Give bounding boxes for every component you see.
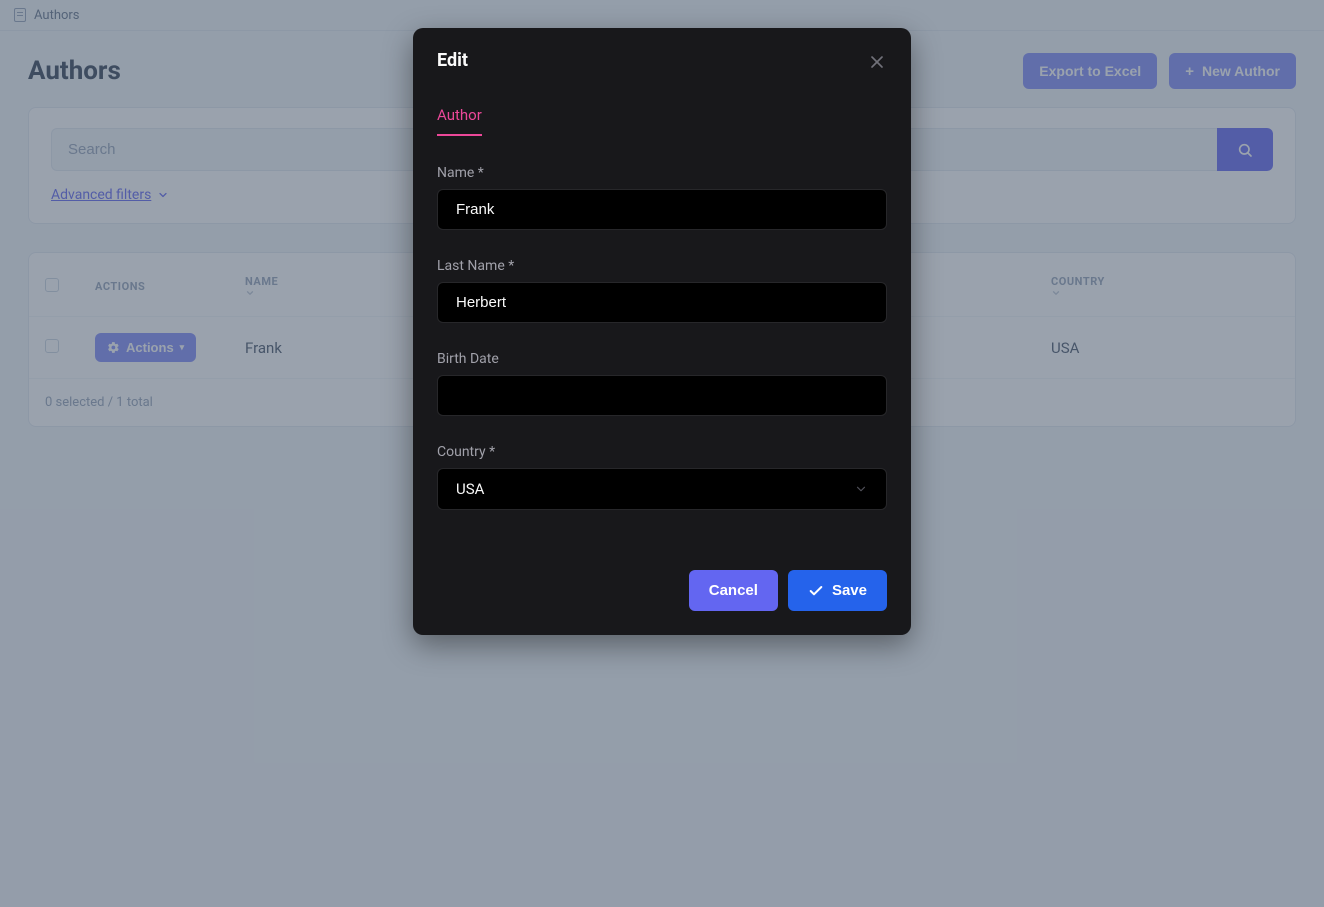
modal-title: Edit xyxy=(437,50,887,71)
country-label: Country * xyxy=(437,444,887,460)
lastname-label: Last Name * xyxy=(437,258,887,274)
close-button[interactable] xyxy=(859,44,895,80)
name-label: Name * xyxy=(437,165,887,181)
edit-modal: Edit Author Name * Last Name * Birth Dat… xyxy=(413,28,911,635)
cancel-button[interactable]: Cancel xyxy=(689,570,778,611)
birthdate-field[interactable] xyxy=(437,375,887,416)
check-icon xyxy=(808,583,824,599)
birthdate-label: Birth Date xyxy=(437,351,887,367)
save-button[interactable]: Save xyxy=(788,570,887,611)
tab-author[interactable]: Author xyxy=(437,106,482,136)
chevron-down-icon xyxy=(854,482,868,496)
name-field[interactable] xyxy=(437,189,887,230)
close-icon xyxy=(867,52,887,72)
cancel-label: Cancel xyxy=(709,582,758,599)
save-label: Save xyxy=(832,582,867,599)
lastname-field[interactable] xyxy=(437,282,887,323)
country-value: USA xyxy=(456,480,484,498)
modal-overlay[interactable]: Edit Author Name * Last Name * Birth Dat… xyxy=(0,0,1324,907)
country-select[interactable]: USA xyxy=(437,468,887,510)
